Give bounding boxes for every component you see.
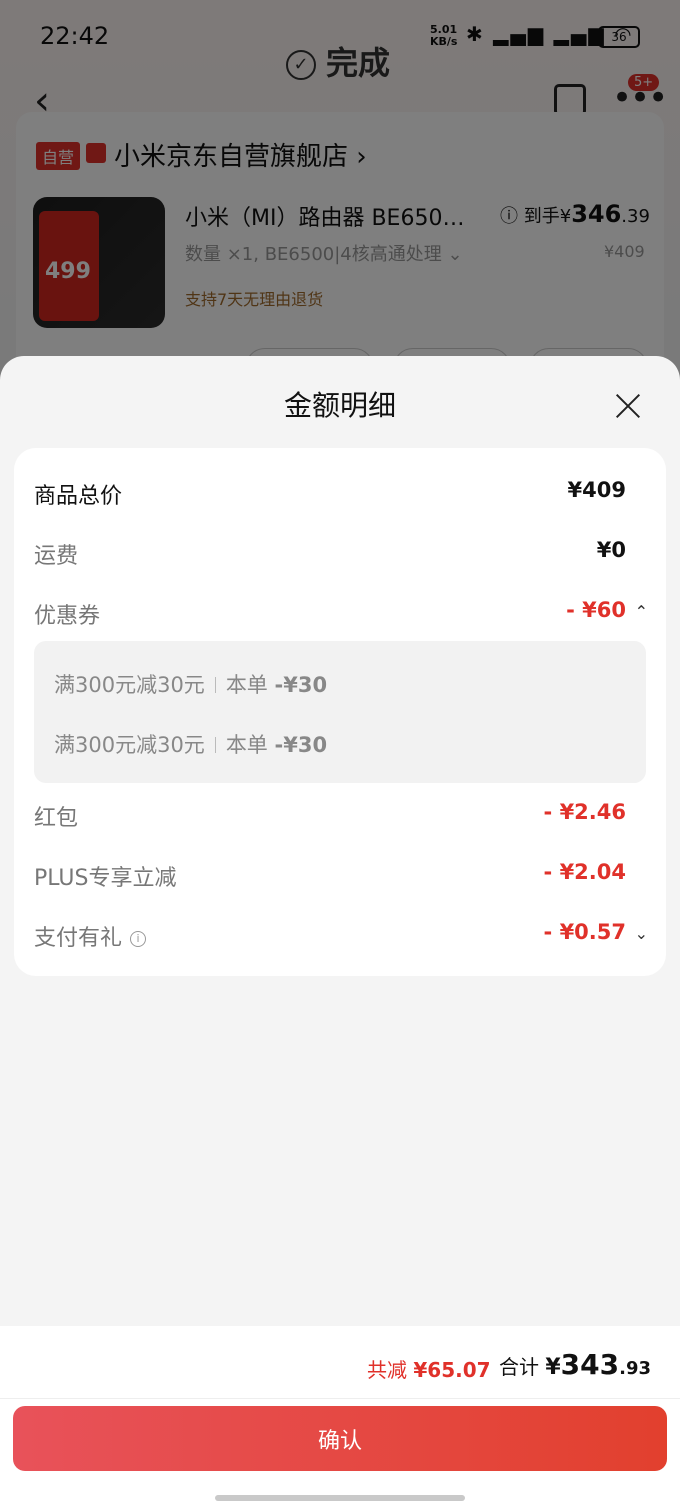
- red-packet-label: 红包: [34, 806, 79, 831]
- coupon-rule: 满300元减30元: [54, 733, 205, 757]
- coupon-scope: 本单: [225, 733, 268, 757]
- red-packet-value: - ¥2.46: [543, 800, 626, 824]
- confirm-button[interactable]: 确认: [13, 1406, 667, 1471]
- home-indicator[interactable]: [215, 1495, 465, 1501]
- bar-divider: [0, 1398, 680, 1399]
- coupon-scope: 本单: [225, 673, 268, 697]
- coupon-amount: -¥30: [274, 673, 328, 697]
- shipping-label: 运费: [34, 544, 79, 569]
- divider: [214, 737, 216, 753]
- amount-card: 商品总价 ¥409 运费 ¥0 优惠券 - ¥60 ⌃ 满300元减30元 本单 …: [14, 448, 666, 976]
- sheet-title: 金额明细: [283, 389, 396, 422]
- row-pay-gift[interactable]: 支付有礼 i - ¥0.57 ⌄: [34, 914, 648, 954]
- pay-gift-label: 支付有礼 i: [34, 920, 147, 952]
- row-shipping: 运费 ¥0: [34, 532, 646, 572]
- saved-label: 共减: [367, 1358, 407, 1382]
- amount-detail-sheet: 金额明细 商品总价 ¥409 运费 ¥0 优惠券 - ¥60 ⌃ 满300元减3…: [0, 356, 680, 1511]
- plus-label: PLUS专享立减: [34, 866, 177, 891]
- shipping-value: ¥0: [596, 538, 626, 562]
- coupon-breakdown: 满300元减30元 本单 -¥30 满300元减30元 本单 -¥30: [34, 641, 646, 783]
- row-total-goods: 商品总价 ¥409: [34, 472, 646, 512]
- close-icon[interactable]: [612, 390, 644, 422]
- pay-gift-text: 支付有礼: [34, 926, 123, 951]
- chevron-down-icon[interactable]: ⌄: [635, 924, 648, 943]
- total-dec: .93: [619, 1358, 652, 1379]
- grand-total: 合计 ¥343.93: [499, 1348, 651, 1381]
- bottom-bar: 共减 ¥65.07 合计 ¥343.93 确认: [0, 1326, 680, 1511]
- total-goods-value: ¥409: [567, 478, 626, 502]
- coupon-item: 满300元减30元 本单 -¥30: [54, 729, 327, 765]
- total-label: 合计: [499, 1355, 539, 1379]
- pay-gift-value: - ¥0.57: [543, 920, 626, 944]
- coupon-value: - ¥60: [566, 598, 626, 622]
- coupon-amount: -¥30: [274, 733, 328, 757]
- total-saved: 共减 ¥65.07: [367, 1354, 491, 1383]
- saved-value: ¥65.07: [413, 1358, 491, 1382]
- row-plus: PLUS专享立减 - ¥2.04: [34, 854, 646, 894]
- coupon-rule: 满300元减30元: [54, 673, 205, 697]
- row-red-packet: 红包 - ¥2.46: [34, 794, 646, 834]
- coupon-label: 优惠券: [34, 604, 101, 629]
- divider: [214, 677, 216, 693]
- plus-value: - ¥2.04: [543, 860, 626, 884]
- info-icon[interactable]: i: [130, 931, 147, 947]
- total-goods-label: 商品总价: [34, 484, 123, 509]
- total-int: 343: [560, 1348, 620, 1381]
- row-coupon[interactable]: 优惠券 - ¥60 ⌃: [34, 592, 648, 632]
- nav-bar: [0, 1486, 680, 1511]
- total-yen: ¥: [545, 1355, 561, 1380]
- coupon-item: 满300元减30元 本单 -¥30: [54, 669, 327, 705]
- chevron-up-icon[interactable]: ⌃: [635, 602, 648, 621]
